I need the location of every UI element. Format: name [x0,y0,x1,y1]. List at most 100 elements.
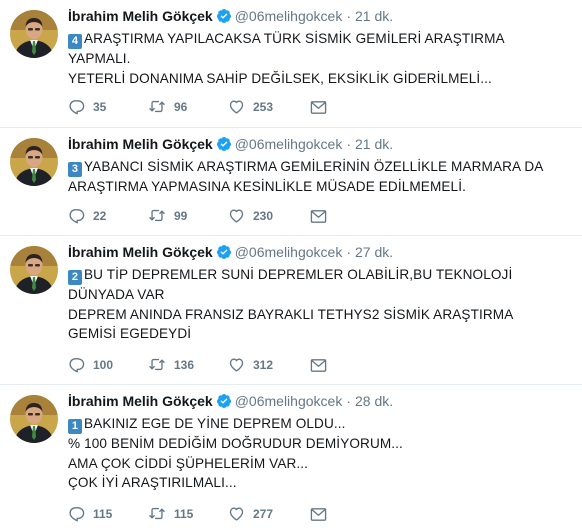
tweet-text-line: % 100 BENİM DEDİĞİM DOĞRUDUR DEMİYORUM..… [68,436,403,451]
dm-icon [310,358,335,372]
tweet-timestamp[interactable]: 27 dk. [355,244,393,260]
separator-dot: · [346,8,351,24]
like-icon [228,100,253,114]
keycap-number-icon: 1 [68,419,82,434]
tweet-text-line: YAPMALI. [68,51,131,66]
like-count: 277 [253,507,274,521]
retweet-count: 136 [174,358,195,372]
author-name[interactable]: İbrahim Melih Gökçek [68,393,213,409]
tweet-text-line: 3 YABANCI SİSMİK ARAŞTIRMA GEMİLERİNİN ÖZ… [68,157,572,177]
tweet-text-line: DEPREM ANINDA FRANSIZ BAYRAKLI TETHYS2 S… [68,306,514,322]
reply-button[interactable]: 115 [68,504,112,524]
tweet-text-line: AMA ÇOK CİDDİ ŞÜPHELERİM VAR... [68,455,309,471]
retweet-button[interactable]: 96 [148,97,187,117]
tweet-content: İbrahim Melih Gökçek @06melihgokcek · 27 dk… [68,242,572,344]
dm-icon [310,209,335,223]
tweet-timeline: İbrahim Melih Gökçek @06melihgokcek · 21 dk… [0,0,582,530]
author-name[interactable]: İbrahim Melih Gökçek [68,136,213,152]
retweet-button[interactable]: 99 [148,206,187,226]
keycap-number-icon: 2 [68,270,82,285]
author-handle[interactable]: @06melihgokcek [235,244,343,260]
tweet-content: İbrahim Melih Gökçek @06melihgokcek · 28 dk… [68,391,572,493]
retweet-icon [148,507,174,521]
direct-message-button[interactable] [310,97,335,117]
tweet[interactable]: İbrahim Melih Gökçek @06melihgokcek · 28 dk… [0,385,582,530]
like-icon [228,209,253,223]
tweet-text-line: 2 BU TİP DEPREMLER SUNİ DEPREMLER OLABİLİ… [68,265,572,285]
reply-icon [68,507,93,522]
direct-message-button[interactable] [310,355,335,375]
tweet-text-line: DÜNYADA VAR [68,287,165,302]
author-handle[interactable]: @06melihgokcek [235,8,343,24]
replie-count: 22 [93,209,107,223]
retweet-icon [148,100,174,114]
retweet-button[interactable]: 115 [148,504,193,524]
tweet-text-line: GEMİSİ EGEDEYDİ [68,326,192,341]
avatar[interactable] [10,395,58,443]
keycap-number-icon: 3 [68,162,82,177]
tweet[interactable]: İbrahim Melih Gökçek @06melihgokcek · 21 dk… [0,0,582,128]
dm-icon [310,507,335,521]
retweet-count: 96 [174,100,188,114]
replie-count: 100 [93,358,114,372]
tweet-header: İbrahim Melih Gökçek @06melihgokcek · 21 dk… [68,134,572,154]
replie-count: 115 [93,507,113,521]
retweet-icon [148,209,174,223]
tweet-header: İbrahim Melih Gökçek @06melihgokcek · 27 dk… [68,242,572,262]
tweet-header: İbrahim Melih Gökçek @06melihgokcek · 21 dk… [68,6,572,26]
like-icon [228,507,253,521]
tweet-timestamp[interactable]: 21 dk. [355,136,393,152]
verified-badge-icon [216,8,232,29]
like-button[interactable]: 312 [228,355,273,375]
dm-icon [310,100,335,114]
author-handle[interactable]: @06melihgokcek [235,136,343,152]
tweet-timestamp[interactable]: 28 dk. [355,393,393,409]
like-button[interactable]: 230 [228,206,273,226]
reply-button[interactable]: 100 [68,355,113,375]
reply-icon [68,100,93,115]
tweet-text: 4 ARAŞTIRMA YAPILACAKSA TÜRK SİSMİK GEMİL… [68,29,572,88]
keycap-number-icon: 4 [68,34,82,49]
like-count: 253 [253,100,274,114]
tweet-text: 3 YABANCI SİSMİK ARAŞTIRMA GEMİLERİNİN ÖZ… [68,157,572,197]
like-count: 312 [253,358,274,372]
direct-message-button[interactable] [310,504,335,524]
verified-badge-icon [216,393,232,414]
tweet-text-line: 1 BAKINIZ EGE DE YİNE DEPREM OLDU... [68,414,572,434]
tweet-text-line: 4 ARAŞTIRMA YAPILACAKSA TÜRK SİSMİK GEMİL… [68,29,572,49]
retweet-count: 115 [174,507,194,521]
separator-dot: · [346,393,351,409]
direct-message-button[interactable] [310,206,335,226]
like-icon [228,358,253,372]
avatar[interactable] [10,10,58,58]
like-button[interactable]: 253 [228,97,273,117]
like-button[interactable]: 277 [228,504,273,524]
avatar[interactable] [10,246,58,294]
reply-button[interactable]: 35 [68,97,106,117]
tweet-text-line: ARAŞTIRMA YAPMASINA KESİNLİKLE MÜSADE ED… [68,179,466,194]
retweet-count: 99 [174,209,188,223]
separator-dot: · [346,244,351,260]
reply-icon [68,358,93,373]
verified-badge-icon [216,244,232,265]
tweet-timestamp[interactable]: 21 dk. [355,8,393,24]
verified-badge-icon [216,136,232,157]
tweet-content: İbrahim Melih Gökçek @06melihgokcek · 21 dk… [68,134,572,197]
reply-icon [68,209,93,224]
tweet-text: 1 BAKINIZ EGE DE YİNE DEPREM OLDU... % 10… [68,414,572,493]
reply-button[interactable]: 22 [68,206,106,226]
tweet[interactable]: İbrahim Melih Gökçek @06melihgokcek · 27 dk… [0,236,582,385]
replie-count: 35 [93,100,107,114]
author-handle[interactable]: @06melihgokcek [235,393,343,409]
tweet-text: 2 BU TİP DEPREMLER SUNİ DEPREMLER OLABİLİ… [68,265,572,344]
tweet[interactable]: İbrahim Melih Gökçek @06melihgokcek · 21 dk… [0,128,582,236]
author-name[interactable]: İbrahim Melih Gökçek [68,8,213,24]
retweet-icon [148,358,174,372]
separator-dot: · [346,136,351,152]
avatar[interactable] [10,138,58,186]
like-count: 230 [253,209,274,223]
tweet-content: İbrahim Melih Gökçek @06melihgokcek · 21 dk… [68,6,572,88]
tweet-text-line: ÇOK İYİ ARAŞTIRILMALI... [68,475,237,490]
retweet-button[interactable]: 136 [148,355,194,375]
author-name[interactable]: İbrahim Melih Gökçek [68,244,213,260]
